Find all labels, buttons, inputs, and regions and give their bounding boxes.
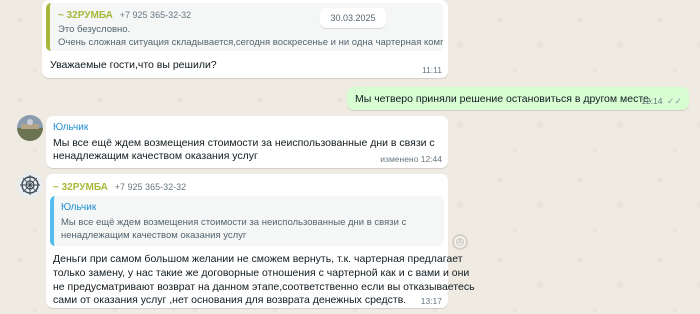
quoted-message[interactable]: Юльчик Мы все ещё ждем возмещения стоимо… <box>50 196 444 246</box>
quoted-text-line: Мы все ещё ждем возмещения стоимости за … <box>61 217 407 228</box>
double-check-icon: ✓✓ <box>666 96 682 106</box>
quoted-sender: Юльчик <box>61 202 97 213</box>
message-text-line: Деньги при самом большом желании не смож… <box>53 253 463 265</box>
avatar-yulchik[interactable] <box>17 115 43 141</box>
message-text: Уважаемые гости,что вы решили? <box>50 59 217 71</box>
date-chip: 30.03.2025 <box>320 8 386 28</box>
react-emoji-icon[interactable] <box>452 234 468 250</box>
sender-name: Юльчик <box>53 122 89 133</box>
sender-name: ~ 32РУМБА <box>53 182 108 193</box>
message-time: 13:17 <box>420 296 442 306</box>
message-time: 12:14 ✓✓ <box>641 96 682 106</box>
quoted-text-line: Очень сложная ситуация складывается,сего… <box>58 37 443 48</box>
sender-phone: +7 925 365-32-32 <box>114 182 187 192</box>
message-text-line: ненадлежащим качеством оказания услуг <box>53 150 258 162</box>
quoted-text-line: ненадлежащим качеством оказания услуг <box>61 230 247 241</box>
quoted-sender: ~ 32РУМБА <box>58 10 113 21</box>
message-time: 11:11 <box>421 65 442 75</box>
message-text-line: не предусматривают возврат на данном эта… <box>53 281 475 293</box>
message-text-line: сами от оказания услуг ,нет основания дл… <box>53 294 407 306</box>
message-text-line: только замену, у нас такие же договорные… <box>53 267 470 279</box>
quoted-text-line: Это безусловно. <box>58 24 131 35</box>
message-bubble-4[interactable]: ~ 32РУМБА +7 925 365-32-32 Юльчик Мы все… <box>46 174 475 308</box>
quoted-phone: +7 925 365-32-32 <box>119 10 192 20</box>
outgoing-message-bubble[interactable]: Мы четверо приняли решение остановиться … <box>347 87 689 110</box>
message-bubble-1[interactable]: ~ 32РУМБА +7 925 365-32-32 Это безусловн… <box>42 0 448 78</box>
message-text-line: Мы все ещё ждем возмещения стоимости за … <box>53 137 435 149</box>
message-time: изменено 12:44 <box>380 154 442 164</box>
message-bubble-3[interactable]: Юльчик Мы все ещё ждем возмещения стоимо… <box>46 116 448 168</box>
avatar-32rumba[interactable] <box>17 172 43 198</box>
message-text: Мы четверо приняли решение остановиться … <box>355 93 652 105</box>
